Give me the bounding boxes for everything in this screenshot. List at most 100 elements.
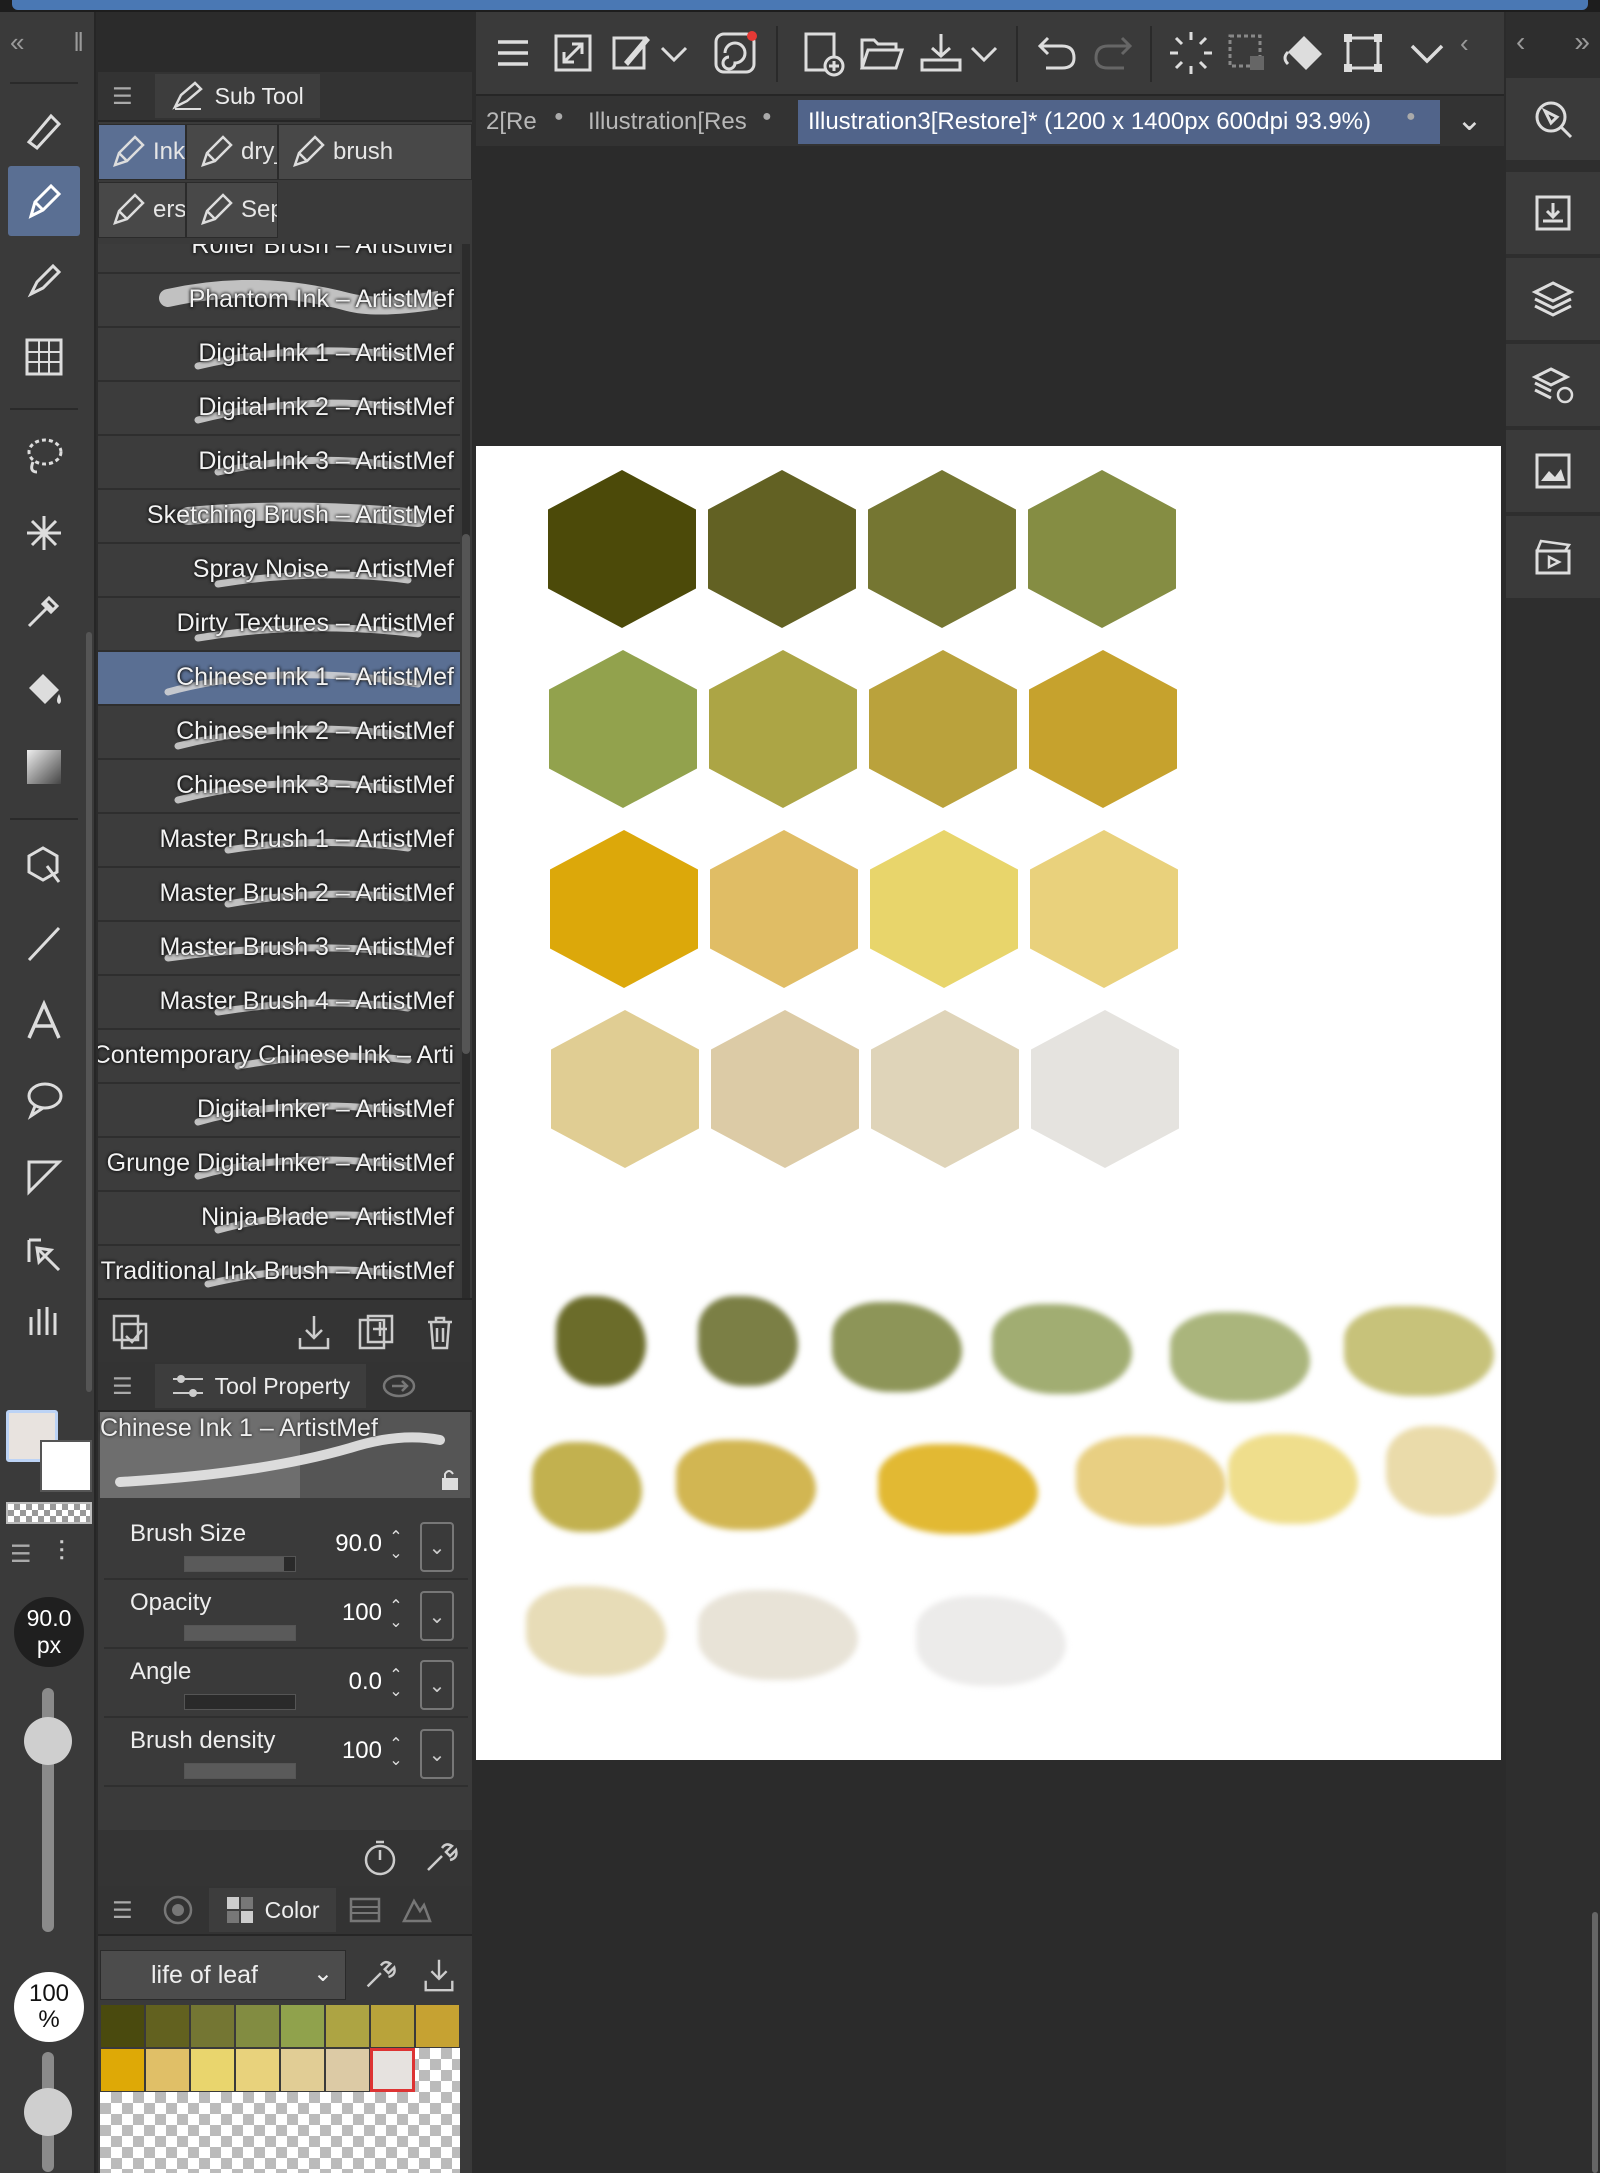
property-row[interactable]: Brush density 100 ⌃ ⌄ ⌄ xyxy=(104,1719,468,1787)
color-swatch[interactable] xyxy=(370,2004,415,2048)
pen-tool[interactable] xyxy=(8,166,80,236)
palette-import-icon[interactable] xyxy=(420,1956,458,1994)
brush-item[interactable]: Digital Inker – ArtistMef xyxy=(98,1084,460,1138)
spinner-icon[interactable]: ⌃ ⌄ xyxy=(386,1530,406,1564)
fullscreen-icon[interactable] xyxy=(548,28,598,78)
wrench-icon[interactable] xyxy=(420,1838,460,1878)
chevron-left-icon[interactable]: ‹ xyxy=(1516,26,1525,58)
gallery-button[interactable] xyxy=(1506,430,1600,512)
brush-item[interactable]: Chinese Ink 3 – ArtistMef xyxy=(98,760,460,814)
property-value[interactable]: 100 xyxy=(342,1737,382,1765)
drawing-canvas[interactable] xyxy=(476,446,1501,1760)
color-swatch[interactable] xyxy=(325,2048,370,2092)
tab-close-dot-icon[interactable]: ● xyxy=(762,108,772,126)
brush-item[interactable]: Chinese Ink 2 – ArtistMef xyxy=(98,706,460,760)
color-set-tab[interactable]: Color xyxy=(208,1888,336,1932)
brush-item[interactable]: Spray Noise – ArtistMef xyxy=(98,544,460,598)
color-swatch[interactable] xyxy=(145,2048,190,2092)
toolbar-scrollbar[interactable] xyxy=(86,632,92,1392)
operation-tool[interactable] xyxy=(8,830,80,900)
color-swatch[interactable] xyxy=(190,2004,235,2048)
brush-item[interactable]: Contemporary Chinese Ink – Arti xyxy=(98,1030,460,1084)
document-tab[interactable]: 2[Re xyxy=(476,100,540,144)
edit-tool-icon[interactable] xyxy=(606,28,656,78)
brush-item[interactable]: Digital Ink 3 – ArtistMef xyxy=(98,436,460,490)
spinner-icon[interactable]: ⌃ ⌄ xyxy=(386,1737,406,1771)
balloon-tool[interactable] xyxy=(8,1064,80,1134)
tab-close-dot-icon[interactable]: ● xyxy=(554,108,564,126)
opacity-slider-knob[interactable] xyxy=(24,2088,72,2136)
selection-area-icon[interactable] xyxy=(1222,28,1272,78)
expand-right-icon[interactable]: » xyxy=(1574,26,1590,58)
brush-list-scrollbar[interactable] xyxy=(462,244,470,1364)
loading-spinner-icon[interactable] xyxy=(1166,28,1216,78)
property-value[interactable]: 90.0 xyxy=(335,1530,382,1558)
frame-tool[interactable] xyxy=(8,322,80,392)
color-swatch[interactable] xyxy=(280,2004,325,2048)
property-row[interactable]: Angle 0.0 ⌃ ⌄ ⌄ xyxy=(104,1650,468,1718)
panel-menu-icon[interactable]: ☰ xyxy=(112,1897,133,1924)
undo-icon[interactable] xyxy=(1032,28,1082,78)
sub-tool-group-5[interactable]: Sephi xyxy=(186,182,278,238)
brush-item[interactable]: Chinese Ink 1 – ArtistMef xyxy=(98,652,460,706)
new-canvas-icon[interactable] xyxy=(798,28,848,78)
pressure-settings-button[interactable]: ⌄ xyxy=(420,1522,454,1572)
brush-item[interactable]: Master Brush 1 – ArtistMef xyxy=(98,814,460,868)
auto-select-tool[interactable] xyxy=(8,498,80,568)
color-swatch[interactable] xyxy=(415,2004,460,2048)
menu-icon[interactable] xyxy=(488,28,538,78)
timeline-button[interactable] xyxy=(1506,516,1600,598)
fill-tool[interactable] xyxy=(8,654,80,724)
color-swatch[interactable] xyxy=(100,2048,145,2092)
hand-tool[interactable] xyxy=(8,1298,80,1338)
figure-tool[interactable] xyxy=(8,908,80,978)
duplicate-sub-tool-icon[interactable] xyxy=(356,1312,396,1352)
brush-item[interactable]: Master Brush 4 – ArtistMef xyxy=(98,976,460,1030)
document-tab[interactable]: Illustration3[Restore]* (1200 x 1400px 6… xyxy=(798,100,1440,144)
gradient-tool[interactable] xyxy=(8,732,80,802)
brush-item[interactable]: Phantom Ink – ArtistMef xyxy=(98,274,460,328)
sub-tool-group-1[interactable]: Inktol xyxy=(98,124,186,180)
property-slider[interactable] xyxy=(184,1556,296,1572)
spinner-icon[interactable]: ⌃ ⌄ xyxy=(386,1668,406,1702)
eyedropper-tool[interactable] xyxy=(8,576,80,646)
copy-settings-icon[interactable] xyxy=(110,1312,150,1352)
property-slider[interactable] xyxy=(184,1694,296,1710)
brush-item[interactable]: Dirty Textures – ArtistMef xyxy=(98,598,460,652)
brush-item[interactable]: Traditional Ink Brush – ArtistMef xyxy=(98,1246,460,1300)
color-swatch[interactable] xyxy=(235,2004,280,2048)
brush-item[interactable]: Sketching Brush – ArtistMef xyxy=(98,490,460,544)
color-swatch[interactable] xyxy=(280,2048,325,2092)
brush-item[interactable]: Digital Ink 1 – ArtistMef xyxy=(98,328,460,382)
chevron-down-icon[interactable] xyxy=(966,28,1002,78)
property-value[interactable]: 0.0 xyxy=(349,1668,382,1696)
brush-item[interactable]: Master Brush 2 – ArtistMef xyxy=(98,868,460,922)
panel-menu-icon[interactable]: ☰ xyxy=(112,83,133,110)
eraser-tool[interactable] xyxy=(8,96,80,166)
trash-icon[interactable] xyxy=(420,1312,460,1352)
sub-tool-group-2[interactable]: dry_o xyxy=(186,124,278,180)
chevron-down-icon[interactable] xyxy=(1402,28,1452,78)
collapse-left-icon[interactable]: « xyxy=(10,27,24,58)
decoration-tool[interactable] xyxy=(8,244,80,314)
color-swatch[interactable] xyxy=(100,2004,145,2048)
panel-menu-icon[interactable]: ☰ xyxy=(10,1540,32,1569)
property-slider[interactable] xyxy=(184,1763,296,1779)
brush-item[interactable]: Grunge Digital Inker – ArtistMef xyxy=(98,1138,460,1192)
right-dock-scrollbar[interactable] xyxy=(1592,1912,1598,2173)
lasso-tool[interactable] xyxy=(8,420,80,490)
chevron-left-icon[interactable]: ‹ xyxy=(1460,28,1469,59)
sub-tool-group-3[interactable]: brush xyxy=(278,124,472,180)
color-wheel-tab-icon[interactable] xyxy=(161,1893,195,1927)
sub-tool-group-4[interactable]: erskin xyxy=(98,182,186,238)
property-slider[interactable] xyxy=(184,1625,296,1641)
import-sub-tool-icon[interactable] xyxy=(294,1312,334,1352)
property-row[interactable]: Opacity 100 ⌃ ⌄ ⌄ xyxy=(104,1581,468,1649)
lock-icon[interactable] xyxy=(436,1466,462,1492)
import-material-button[interactable] xyxy=(1506,172,1600,254)
layer-property-button[interactable] xyxy=(1506,344,1600,426)
redo-icon[interactable] xyxy=(1088,28,1138,78)
brush-item[interactable]: Master Brush 3 – ArtistMef xyxy=(98,922,460,976)
sub-tool-tab[interactable]: Sub Tool xyxy=(154,74,320,118)
color-swatch[interactable] xyxy=(370,2048,415,2092)
